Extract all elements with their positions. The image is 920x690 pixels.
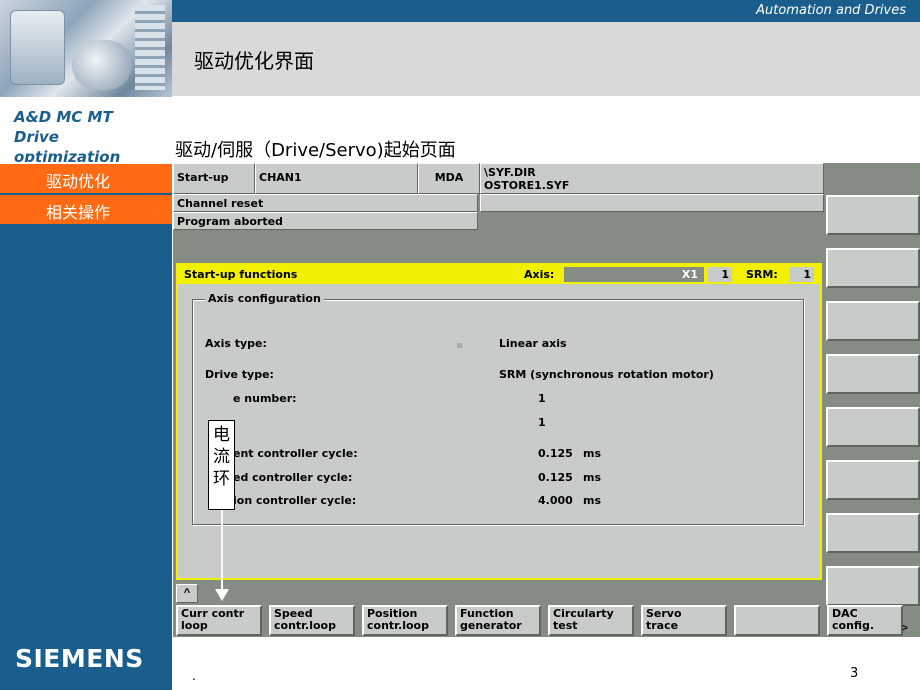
sidebar-item-label: 相关操作 — [46, 203, 111, 222]
callout-char: 环 — [213, 469, 230, 489]
softkey-position-contr-loop[interactable]: Position contr.loop — [362, 605, 448, 636]
current-loop-callout: 电 流 环 — [208, 420, 235, 510]
vertical-softkey[interactable] — [826, 248, 920, 288]
config-value: 4.000 — [538, 494, 573, 507]
startup-functions-dialog: Start-up functions Axis: X1 1 SRM: 1 Axi… — [176, 263, 822, 580]
config-label: ion controller cycle: — [233, 494, 357, 507]
vertical-softkey[interactable] — [826, 407, 920, 447]
sidebar-item-related-operations[interactable]: 相关操作 — [0, 195, 172, 224]
config-unit: ms — [583, 471, 602, 484]
softkey-label: loop — [181, 619, 208, 632]
program-path-line: OSTORE1.SYF — [484, 179, 570, 192]
program-state: Program aborted — [173, 212, 478, 230]
softkey-empty[interactable] — [734, 605, 820, 636]
softkey-curr-contr-loop[interactable]: Curr contr loop — [176, 605, 262, 636]
vertical-softkey[interactable] — [826, 354, 920, 394]
callout-char: 电 — [213, 425, 230, 445]
config-label: ent controller cycle: — [233, 447, 358, 460]
brand-tagline: Automation and Drives — [756, 3, 906, 18]
page-number: 3 — [850, 666, 859, 681]
program-path-field: \SYF.DIR OSTORE1.SYF — [480, 163, 824, 194]
message-field — [480, 194, 824, 212]
softkey-label: config. — [832, 619, 875, 632]
dialog-title: Start-up functions — [184, 268, 298, 281]
config-unit: ms — [583, 447, 602, 460]
config-label: ed controller cycle: — [233, 471, 353, 484]
siemens-logo: SIEMENS — [15, 644, 144, 673]
arrow-down-icon — [215, 589, 229, 601]
config-value: SRM (synchronous rotation motor) — [499, 368, 714, 381]
course-title-line: optimization — [14, 148, 121, 162]
area-field: Start-up — [173, 163, 255, 194]
softkey-label: contr.loop — [367, 619, 429, 632]
vertical-softkey[interactable] — [826, 301, 920, 341]
config-value: 0.125 — [538, 447, 573, 460]
course-title-line: A&D MC MT — [14, 108, 113, 126]
axis-selector[interactable]: X1 — [564, 267, 704, 282]
page-title: 驱动优化界面 — [194, 49, 314, 73]
vertical-softkey[interactable] — [826, 195, 920, 235]
config-value: 1 — [538, 392, 546, 405]
header-photo — [0, 0, 172, 97]
course-title-line: Drive — [14, 128, 59, 146]
sidebar: A&D MC MT Drive optimization 驱动优化 相关操作 S… — [0, 0, 172, 690]
page-subtitle: 驱动/伺服（Drive/Servo)起始页面 — [175, 140, 456, 161]
axis-label: Axis: — [524, 268, 555, 281]
softkey-circularity-test[interactable]: Circularty test — [548, 605, 634, 636]
message-strip — [173, 584, 826, 605]
separator-dot — [457, 343, 462, 348]
softkey-label: trace — [646, 619, 679, 632]
top-bar: Automation and Drives — [172, 0, 920, 22]
config-value: 0.125 — [538, 471, 573, 484]
config-unit: ms — [583, 494, 602, 507]
config-label: Drive type: — [205, 368, 274, 381]
axis-configuration-group: Axis configuration Axis type: Linear axi… — [192, 292, 804, 525]
cnc-screen: Start-up CHAN1 MDA \SYF.DIR OSTORE1.SYF … — [173, 163, 920, 637]
callout-arrow-line — [221, 510, 223, 593]
srm-number: 1 — [790, 267, 814, 282]
config-value: Linear axis — [499, 337, 567, 350]
config-label: Axis type: — [205, 337, 267, 350]
softkey-label: generator — [460, 619, 522, 632]
mode-field: MDA — [418, 163, 480, 194]
group-title: Axis configuration — [205, 292, 324, 305]
more-softkeys-icon[interactable]: > — [902, 623, 908, 634]
softkey-label: test — [553, 619, 578, 632]
course-title: A&D MC MT Drive optimization — [0, 97, 172, 165]
config-label: e number: — [233, 392, 297, 405]
vertical-softkey[interactable] — [826, 566, 920, 606]
photo-keypad-shape — [135, 5, 165, 90]
dialog-header: Start-up functions Axis: X1 1 SRM: 1 — [178, 265, 820, 284]
recall-button[interactable]: ^ — [176, 584, 198, 603]
sidebar-item-label: 驱动优化 — [46, 172, 111, 191]
footer-dot: . — [192, 667, 196, 683]
config-value: 1 — [538, 416, 546, 429]
softkey-dac-config[interactable]: DAC config. — [827, 605, 903, 636]
photo-motor-shape — [72, 40, 132, 90]
title-band: 驱动优化界面 — [172, 22, 920, 96]
channel-state: Channel reset — [173, 194, 478, 212]
softkey-function-generator[interactable]: Function generator — [455, 605, 541, 636]
photo-panel-shape — [10, 10, 65, 85]
program-path-line: \SYF.DIR — [484, 166, 536, 179]
channel-field: CHAN1 — [255, 163, 418, 194]
axis-number: 1 — [708, 267, 732, 282]
vertical-softkey[interactable] — [826, 460, 920, 500]
softkey-speed-contr-loop[interactable]: Speed contr.loop — [269, 605, 355, 636]
softkey-servo-trace[interactable]: Servo trace — [641, 605, 727, 636]
srm-label: SRM: — [746, 268, 778, 281]
sidebar-item-drive-optimization[interactable]: 驱动优化 — [0, 164, 172, 193]
callout-char: 流 — [213, 447, 230, 467]
vertical-softkey[interactable] — [826, 513, 920, 553]
softkey-label: contr.loop — [274, 619, 336, 632]
